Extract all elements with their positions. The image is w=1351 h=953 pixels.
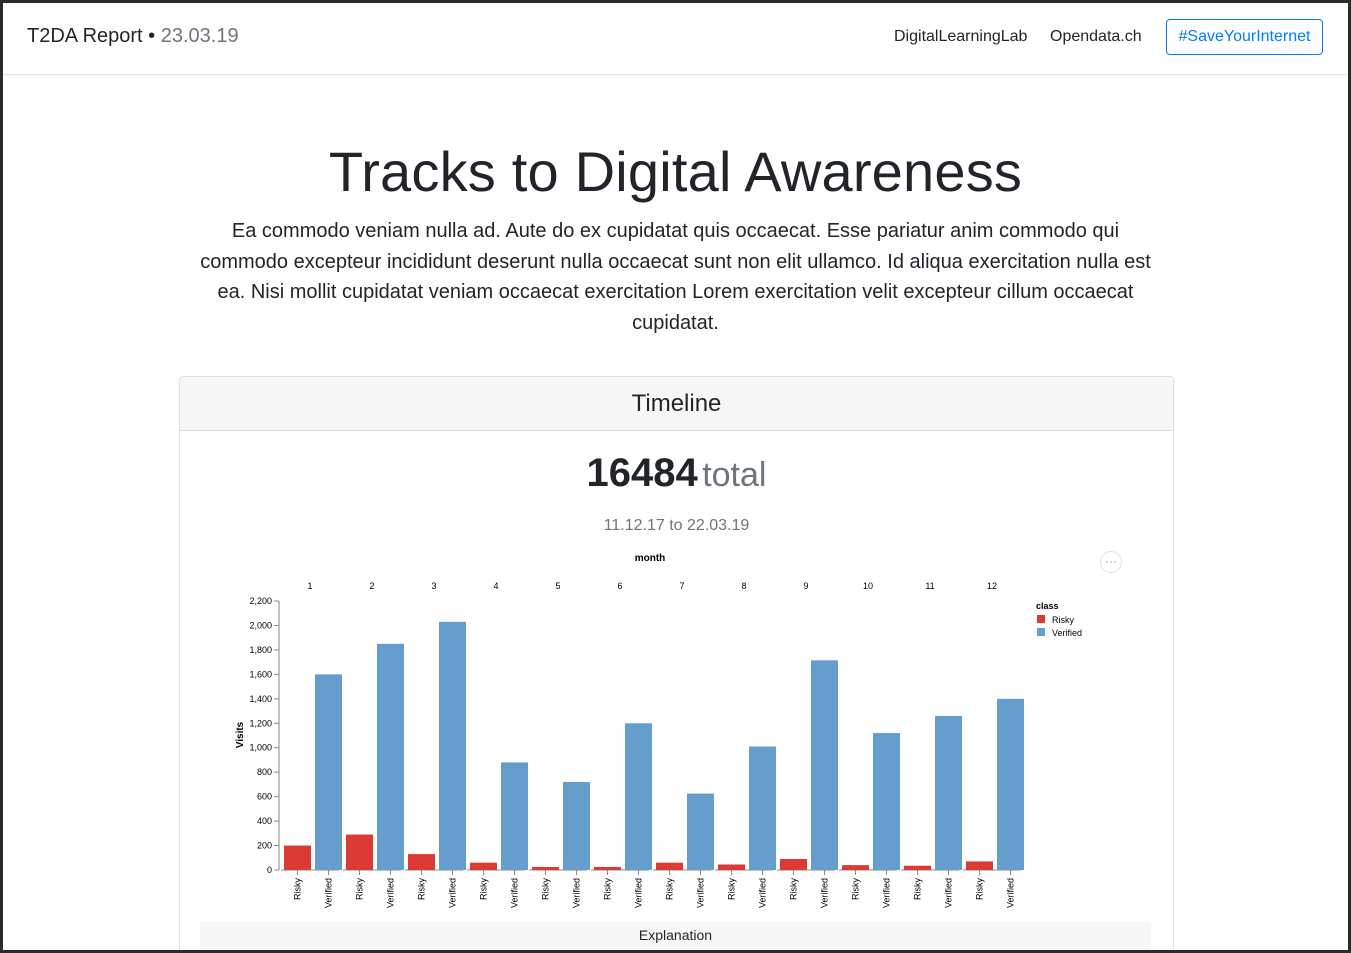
bar-verified	[873, 733, 900, 870]
bar-verified	[315, 674, 342, 870]
y-tick-label: 2,200	[249, 596, 272, 606]
x-tick-label: Verified	[944, 878, 954, 908]
x-tick-label: Risky	[913, 878, 923, 900]
facet-label: 8	[741, 581, 746, 591]
x-tick-label: Verified	[510, 878, 520, 908]
bar-risky	[842, 865, 869, 870]
y-tick-label: 1,400	[249, 694, 272, 704]
facet-label: 6	[617, 581, 622, 591]
facet-label: 12	[987, 581, 997, 591]
bar-verified	[501, 762, 528, 870]
bar-risky	[470, 862, 497, 870]
ellipsis-icon[interactable]: ···	[1100, 551, 1122, 573]
bar-risky	[594, 866, 621, 870]
x-tick-label: Verified	[324, 878, 334, 908]
bar-verified	[439, 621, 466, 870]
timeline-card: Timeline 16484 total 11.12.17 to 22.03.1…	[179, 376, 1174, 950]
explanation-bar: Explanation	[200, 922, 1151, 950]
nav-link-digitallearninglab[interactable]: DigitalLearningLab	[894, 28, 1027, 46]
bar-verified	[563, 781, 590, 870]
facet-title: month	[635, 553, 666, 564]
bar-risky	[904, 865, 931, 870]
y-axis-title: Visits	[235, 721, 246, 748]
y-tick-label: 0	[267, 865, 272, 875]
x-tick-label: Risky	[851, 878, 861, 900]
timeline-chart: month 0 200 400 600 800 1,000 1,200 1,400 1,600 1,…	[235, 553, 1082, 908]
x-tick-label: Risky	[355, 878, 365, 900]
bar-verified	[377, 643, 404, 870]
y-tick-label: 200	[257, 841, 272, 851]
x-tick-label: Verified	[820, 878, 830, 908]
facet-label: 4	[493, 581, 498, 591]
bar-risky	[656, 862, 683, 870]
x-tick-label: Verified	[1006, 878, 1016, 908]
x-tick-label: Verified	[448, 878, 458, 908]
x-tick-label: Verified	[882, 878, 892, 908]
save-your-internet-button[interactable]: #SaveYourInternet	[1166, 19, 1323, 55]
x-tick-label: Risky	[665, 878, 675, 900]
bar-risky	[718, 864, 745, 870]
y-tick-label: 1,600	[249, 669, 272, 679]
bar-risky	[532, 866, 559, 870]
bar-verified	[625, 723, 652, 870]
y-tick-label: 1,000	[249, 743, 272, 753]
bar-risky	[346, 834, 373, 870]
nav-link-opendata[interactable]: Opendata.ch	[1050, 28, 1142, 46]
bar-verified	[811, 660, 838, 870]
page: T2DA Report • 23.03.19 DigitalLearningLa…	[3, 3, 1348, 950]
x-tick-label: Verified	[696, 878, 706, 908]
y-tick-label: 600	[257, 792, 272, 802]
facet-label: 10	[863, 581, 873, 591]
bar-verified	[935, 715, 962, 870]
facet-label: 9	[803, 581, 808, 591]
brand[interactable]: T2DA Report • 23.03.19	[27, 25, 239, 48]
y-tick-label: 2,000	[249, 620, 272, 630]
x-tick-label: Risky	[603, 878, 613, 900]
x-tick-label: Risky	[479, 878, 489, 900]
legend-swatch-risky	[1037, 615, 1045, 623]
hero-description: Ea commodo veniam nulla ad. Aute do ex c…	[200, 220, 1151, 334]
facet-label: 3	[431, 581, 436, 591]
facet-label: 1	[307, 581, 312, 591]
bar-risky	[408, 854, 435, 870]
y-tick-label: 400	[257, 816, 272, 826]
legend-swatch-verified	[1037, 628, 1045, 636]
facet-label: 5	[555, 581, 560, 591]
bar-verified	[749, 746, 776, 870]
bar-risky	[966, 861, 993, 870]
x-tick-label: Risky	[293, 878, 303, 900]
legend-label-verified: Verified	[1052, 628, 1082, 638]
x-tick-label: Verified	[572, 878, 582, 908]
bar-risky	[780, 858, 807, 870]
x-tick-label: Risky	[975, 878, 985, 900]
y-tick-label: 800	[257, 767, 272, 777]
legend-title: class	[1036, 601, 1059, 611]
x-tick-label: Risky	[417, 878, 427, 900]
facet-label: 7	[679, 581, 684, 591]
brand-name[interactable]: T2DA Report	[27, 25, 143, 47]
x-tick-label: Risky	[727, 878, 737, 900]
x-tick-label: Risky	[789, 878, 799, 900]
bar-risky	[284, 845, 311, 870]
bar-verified	[997, 698, 1024, 870]
brand-separator: •	[142, 25, 161, 47]
x-tick-label: Verified	[758, 878, 768, 908]
x-tick-label: Verified	[634, 878, 644, 908]
y-tick-label: 1,800	[249, 645, 272, 655]
x-tick-label: Risky	[541, 878, 551, 900]
explanation-label: Explanation	[638, 927, 713, 943]
bar-verified	[687, 793, 714, 870]
legend-label-risky: Risky	[1052, 615, 1074, 625]
navbar: T2DA Report • 23.03.19 DigitalLearningLa…	[3, 3, 1348, 75]
page-title: Tracks to Digital Awareness	[328, 140, 1023, 203]
report-date: 23.03.19	[160, 25, 239, 47]
facet-label: 2	[369, 581, 374, 591]
y-tick-label: 1,200	[249, 718, 272, 728]
x-tick-label: Verified	[386, 878, 396, 908]
facet-label: 11	[925, 581, 934, 591]
